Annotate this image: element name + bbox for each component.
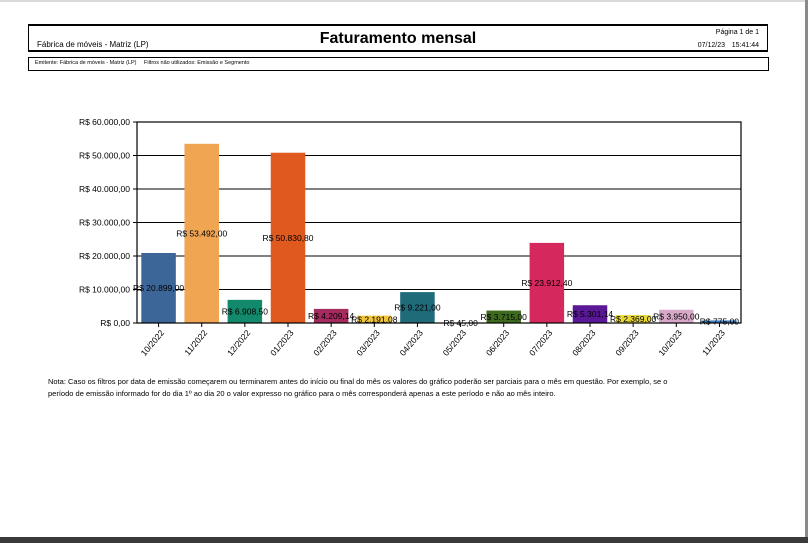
bar-value-label: R$ 3.715,00	[481, 312, 528, 322]
x-tick-label: 06/2023	[484, 328, 512, 358]
bar-value-label: R$ 2.191,08	[351, 314, 398, 324]
y-tick-label: R$ 30.000,00	[79, 218, 130, 228]
x-tick-label: 09/2023	[613, 328, 641, 358]
bar-value-label: R$ 3.950,00	[653, 311, 700, 321]
y-tick-label: R$ 40.000,00	[79, 184, 130, 194]
x-tick-label: 08/2023	[570, 328, 598, 358]
y-tick-label: R$ 20.000,00	[79, 251, 130, 261]
y-tick-label: R$ 0,00	[100, 318, 130, 328]
x-tick-label: 11/2022	[182, 328, 209, 358]
bar-value-label: R$ 2.369,00	[610, 314, 657, 324]
x-tick-label: 07/2023	[527, 328, 555, 358]
bar-value-label: R$ 53.492,00	[176, 228, 227, 238]
bar-value-label: R$ 5.301,14	[567, 309, 614, 319]
bar-value-label: R$ 6.908,50	[222, 306, 269, 316]
bar-value-label: R$ 50.830,80	[262, 233, 313, 243]
x-tick-label: 03/2023	[354, 328, 382, 358]
x-tick-label: 01/2023	[268, 328, 296, 358]
x-tick-label: 11/2023	[700, 328, 727, 358]
revenue-bar-chart: R$ 0,00 R$ 10.000,00 R$ 20.000,00 R$ 30.000…	[79, 117, 742, 358]
x-tick-label: 02/2023	[311, 328, 339, 358]
y-tick-label: R$ 10.000,00	[79, 285, 130, 295]
x-tick-label: 12/2022	[225, 328, 253, 358]
bar-value-label: R$ 9.221,00	[394, 303, 441, 313]
bar-value-label: R$ 4.209,14	[308, 311, 355, 321]
y-tick-label: R$ 60.000,00	[79, 117, 130, 127]
chart-note: Nota: Caso os filtros por data de emissã…	[48, 377, 668, 398]
x-tick-label: 05/2023	[441, 328, 469, 358]
bar-value-label: R$ 20.899,00	[133, 283, 184, 293]
bar-value-label: R$ 23.912,40	[521, 278, 572, 288]
x-tick-label: 04/2023	[398, 328, 426, 358]
x-tick-label: 10/2022	[139, 328, 167, 358]
x-tick-label: 10/2023	[656, 328, 684, 358]
y-tick-label: R$ 50.000,00	[79, 151, 130, 161]
